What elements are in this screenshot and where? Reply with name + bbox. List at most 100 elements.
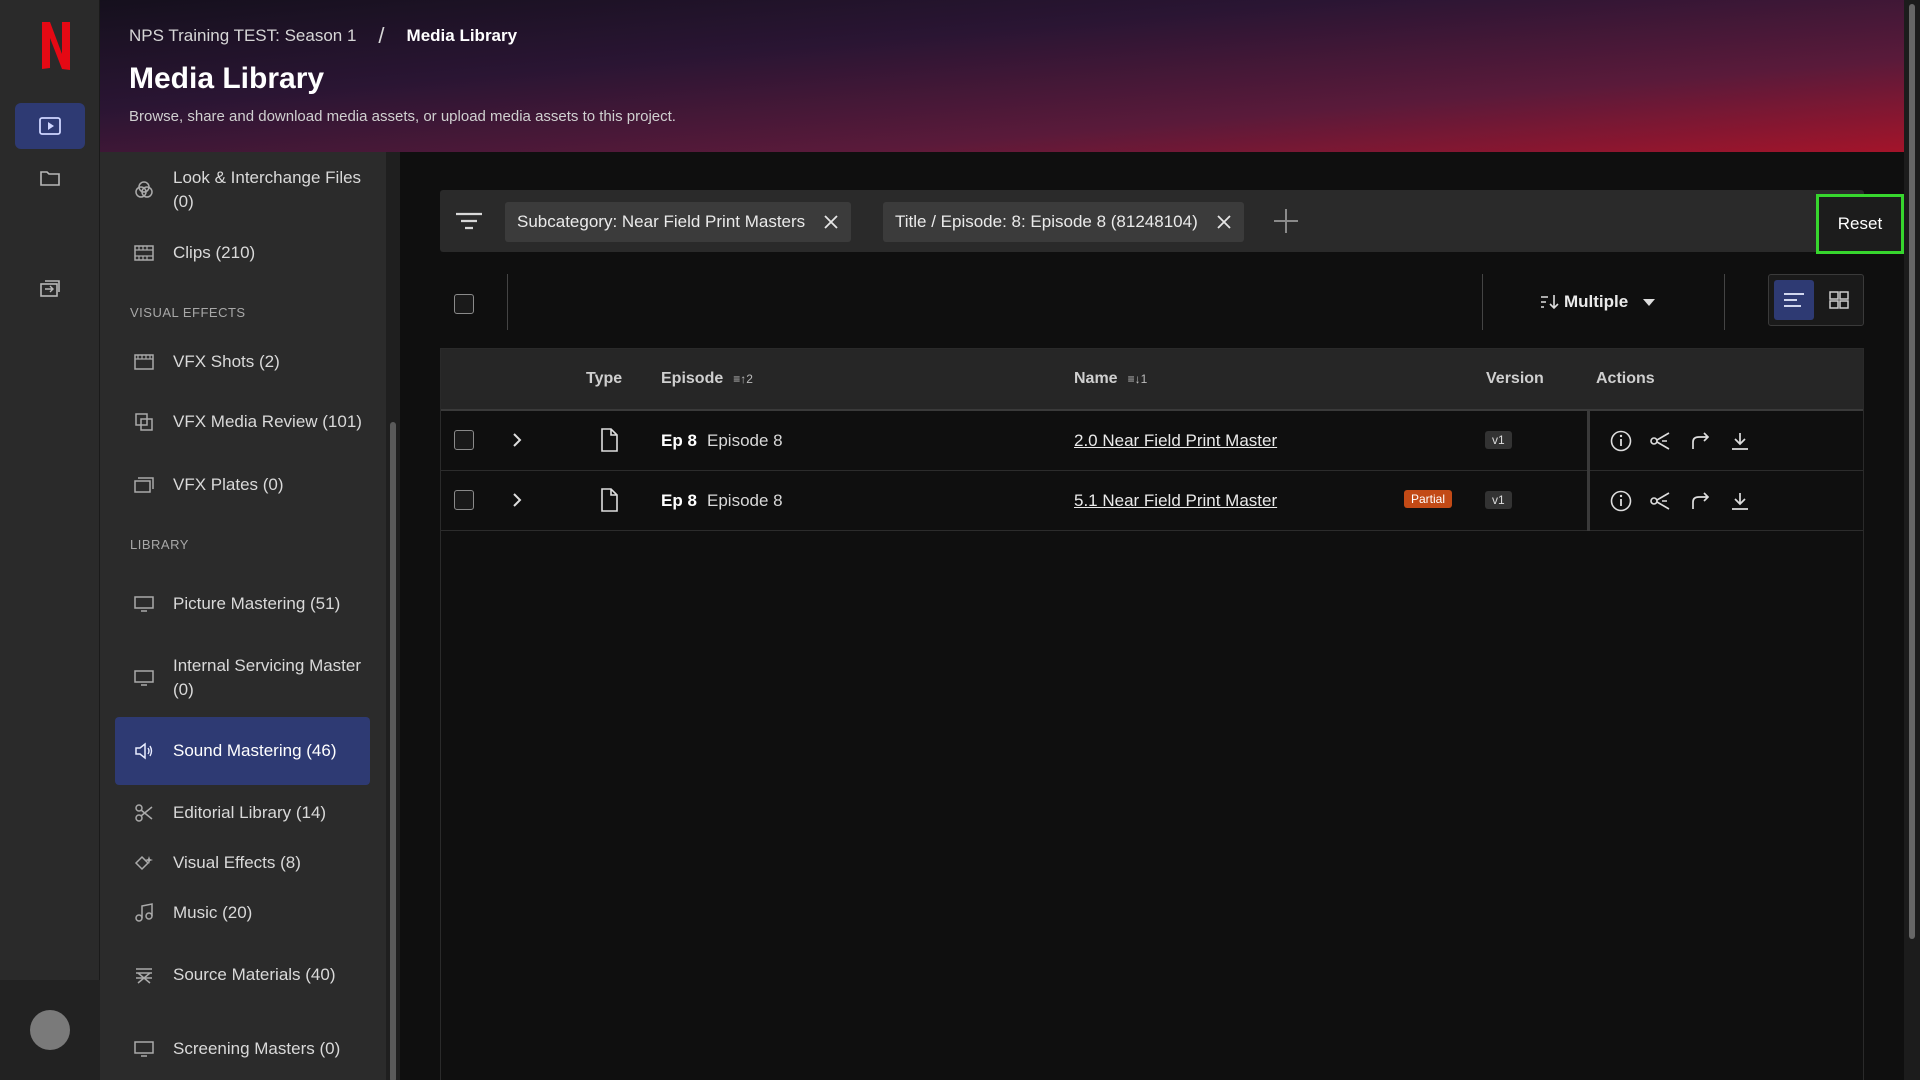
sort-dropdown[interactable]: Multiple [1540,292,1656,312]
info-icon[interactable] [1609,429,1633,453]
add-filter-plus-icon[interactable] [1273,208,1299,234]
sidebar-item-label: Editorial Library (14) [173,803,327,822]
column-header-type[interactable]: Type [586,370,622,388]
transfer-icon [40,280,60,297]
info-icon[interactable] [1609,489,1633,513]
list-view-button[interactable] [1774,280,1814,320]
speaker-icon [115,742,173,760]
netflix-logo[interactable] [39,20,73,72]
sidebar-item-music[interactable]: Music (20) [115,897,370,929]
column-header-episode[interactable]: Episode ≡↑2 [661,370,753,388]
filter-icon[interactable] [454,206,484,236]
download-icon[interactable] [1728,429,1752,453]
sparkle-icon [115,854,173,872]
folder-icon [40,171,60,186]
main-content: Subcategory: Near Field Print Masters Ti… [400,152,1904,1080]
sidebar-item-screening-masters[interactable]: Screening Masters (0) [115,1023,370,1075]
folder-nav-button[interactable] [15,155,85,201]
list-view-icon [1784,293,1804,307]
grid-view-icon [1829,291,1849,309]
share-icon[interactable] [1649,429,1673,453]
sidebar-item-sound-mastering[interactable]: Sound Mastering (46) [115,717,370,785]
grid-view-button[interactable] [1819,280,1859,320]
toolbar-divider [507,274,508,330]
episode-title: Episode 8 [707,491,783,510]
forward-icon[interactable] [1689,489,1713,513]
asset-name-link[interactable]: 2.0 Near Field Print Master [1074,431,1277,451]
page-title: Media Library [129,62,325,95]
sidebar-item-label: Look & Interchange Files (0) [173,168,362,211]
page-subtitle: Browse, share and download media assets,… [129,108,676,125]
chevron-right-icon[interactable] [511,431,523,449]
page-scrollbar-thumb[interactable] [1909,4,1915,939]
filter-bar: Subcategory: Near Field Print Masters Ti… [440,190,1904,254]
director-chair-icon [115,966,173,984]
row-checkbox[interactable] [454,490,474,510]
reset-filters-button[interactable]: Reset [1816,194,1904,254]
breadcrumb-separator: / [378,23,385,48]
section-label-library: LIBRARY [130,537,189,552]
filter-chip-subcategory: Subcategory: Near Field Print Masters [505,202,852,242]
actions-divider [1587,471,1590,531]
episode-number: Ep 8 [661,431,697,450]
sidebar-item-picture-mastering[interactable]: Picture Mastering (51) [115,578,370,630]
breadcrumb-current: Media Library [406,26,518,45]
view-toggle [1768,274,1864,326]
review-icon [115,412,173,432]
sidebar-item-clips[interactable]: Clips (210) [115,237,370,269]
media-nav-button[interactable] [15,103,85,149]
sidebar-item-internal-servicing-master[interactable]: Internal Servicing Master (0) [115,652,370,704]
row-checkbox[interactable] [454,430,474,450]
share-icon[interactable] [1649,489,1673,513]
monitor-icon [115,595,173,613]
music-icon [115,903,173,923]
avatar[interactable] [30,1010,70,1050]
monitor-icon [115,669,173,687]
sort-label: Multiple [1564,292,1629,311]
version-badge: v1 [1485,431,1512,449]
file-icon [601,488,618,512]
remove-filter-close-icon[interactable] [1216,214,1232,230]
sidebar-item-label: Source Materials (40) [173,965,336,984]
chevron-right-icon[interactable] [511,491,523,509]
filter-chip-label: Subcategory: Near Field Print Masters [517,212,806,231]
plates-icon [115,477,173,493]
partial-status-badge: Partial [1404,490,1453,508]
sidebar-item-label: VFX Plates (0) [173,475,284,494]
page-scrollbar[interactable] [1904,0,1920,1080]
breadcrumb-project-link[interactable]: NPS Training TEST: Season 1 [129,26,356,46]
sidebar-item-vfx-media-review[interactable]: VFX Media Review (101) [115,396,370,448]
sidebar-item-label: VFX Shots (2) [173,352,280,371]
sidebar-scrollbar-thumb[interactable] [390,422,396,1080]
filter-chip-label: Title / Episode: 8: Episode 8 (81248104) [895,212,1198,231]
sidebar-item-label: Screening Masters (0) [173,1039,341,1058]
sidebar-item-visual-effects[interactable]: Visual Effects (8) [115,847,370,879]
app-rail [0,0,100,1080]
toolbar-divider [1482,274,1483,330]
sidebar-item-editorial-library[interactable]: Editorial Library (14) [115,797,370,829]
select-all-checkbox[interactable] [454,294,474,314]
sidebar-item-vfx-shots[interactable]: VFX Shots (2) [115,346,370,378]
column-header-version[interactable]: Version [1486,370,1544,388]
asset-name-link[interactable]: 5.1 Near Field Print Master [1074,491,1277,511]
remove-filter-close-icon[interactable] [823,214,839,230]
table-row[interactable]: Ep 8 Episode 8 5.1 Near Field Print Mast… [441,471,1863,531]
actions-divider [1587,411,1590,471]
monitor-icon [115,1040,173,1058]
sidebar-item-look-interchange[interactable]: Look & Interchange Files (0) [115,164,370,216]
sort-descending-icon: ≡↓1 [1127,372,1148,386]
account-area [0,980,100,1080]
sidebar-item-label: Visual Effects (8) [173,853,301,872]
transfer-nav-button[interactable] [15,265,85,311]
forward-icon[interactable] [1689,429,1713,453]
column-header-actions: Actions [1596,370,1655,387]
table-row[interactable]: Ep 8 Episode 8 2.0 Near Field Print Mast… [441,411,1863,471]
page-header: NPS Training TEST: Season 1 / Media Libr… [100,0,1904,152]
sidebar-item-source-materials[interactable]: Source Materials (40) [115,949,370,1001]
sidebar-item-label: Clips (210) [173,243,256,262]
column-header-label: Episode [661,370,724,387]
sidebar-scrollbar[interactable] [386,152,400,1080]
download-icon[interactable] [1728,489,1752,513]
column-header-name[interactable]: Name ≡↓1 [1074,370,1147,388]
sidebar-item-vfx-plates[interactable]: VFX Plates (0) [115,469,370,501]
